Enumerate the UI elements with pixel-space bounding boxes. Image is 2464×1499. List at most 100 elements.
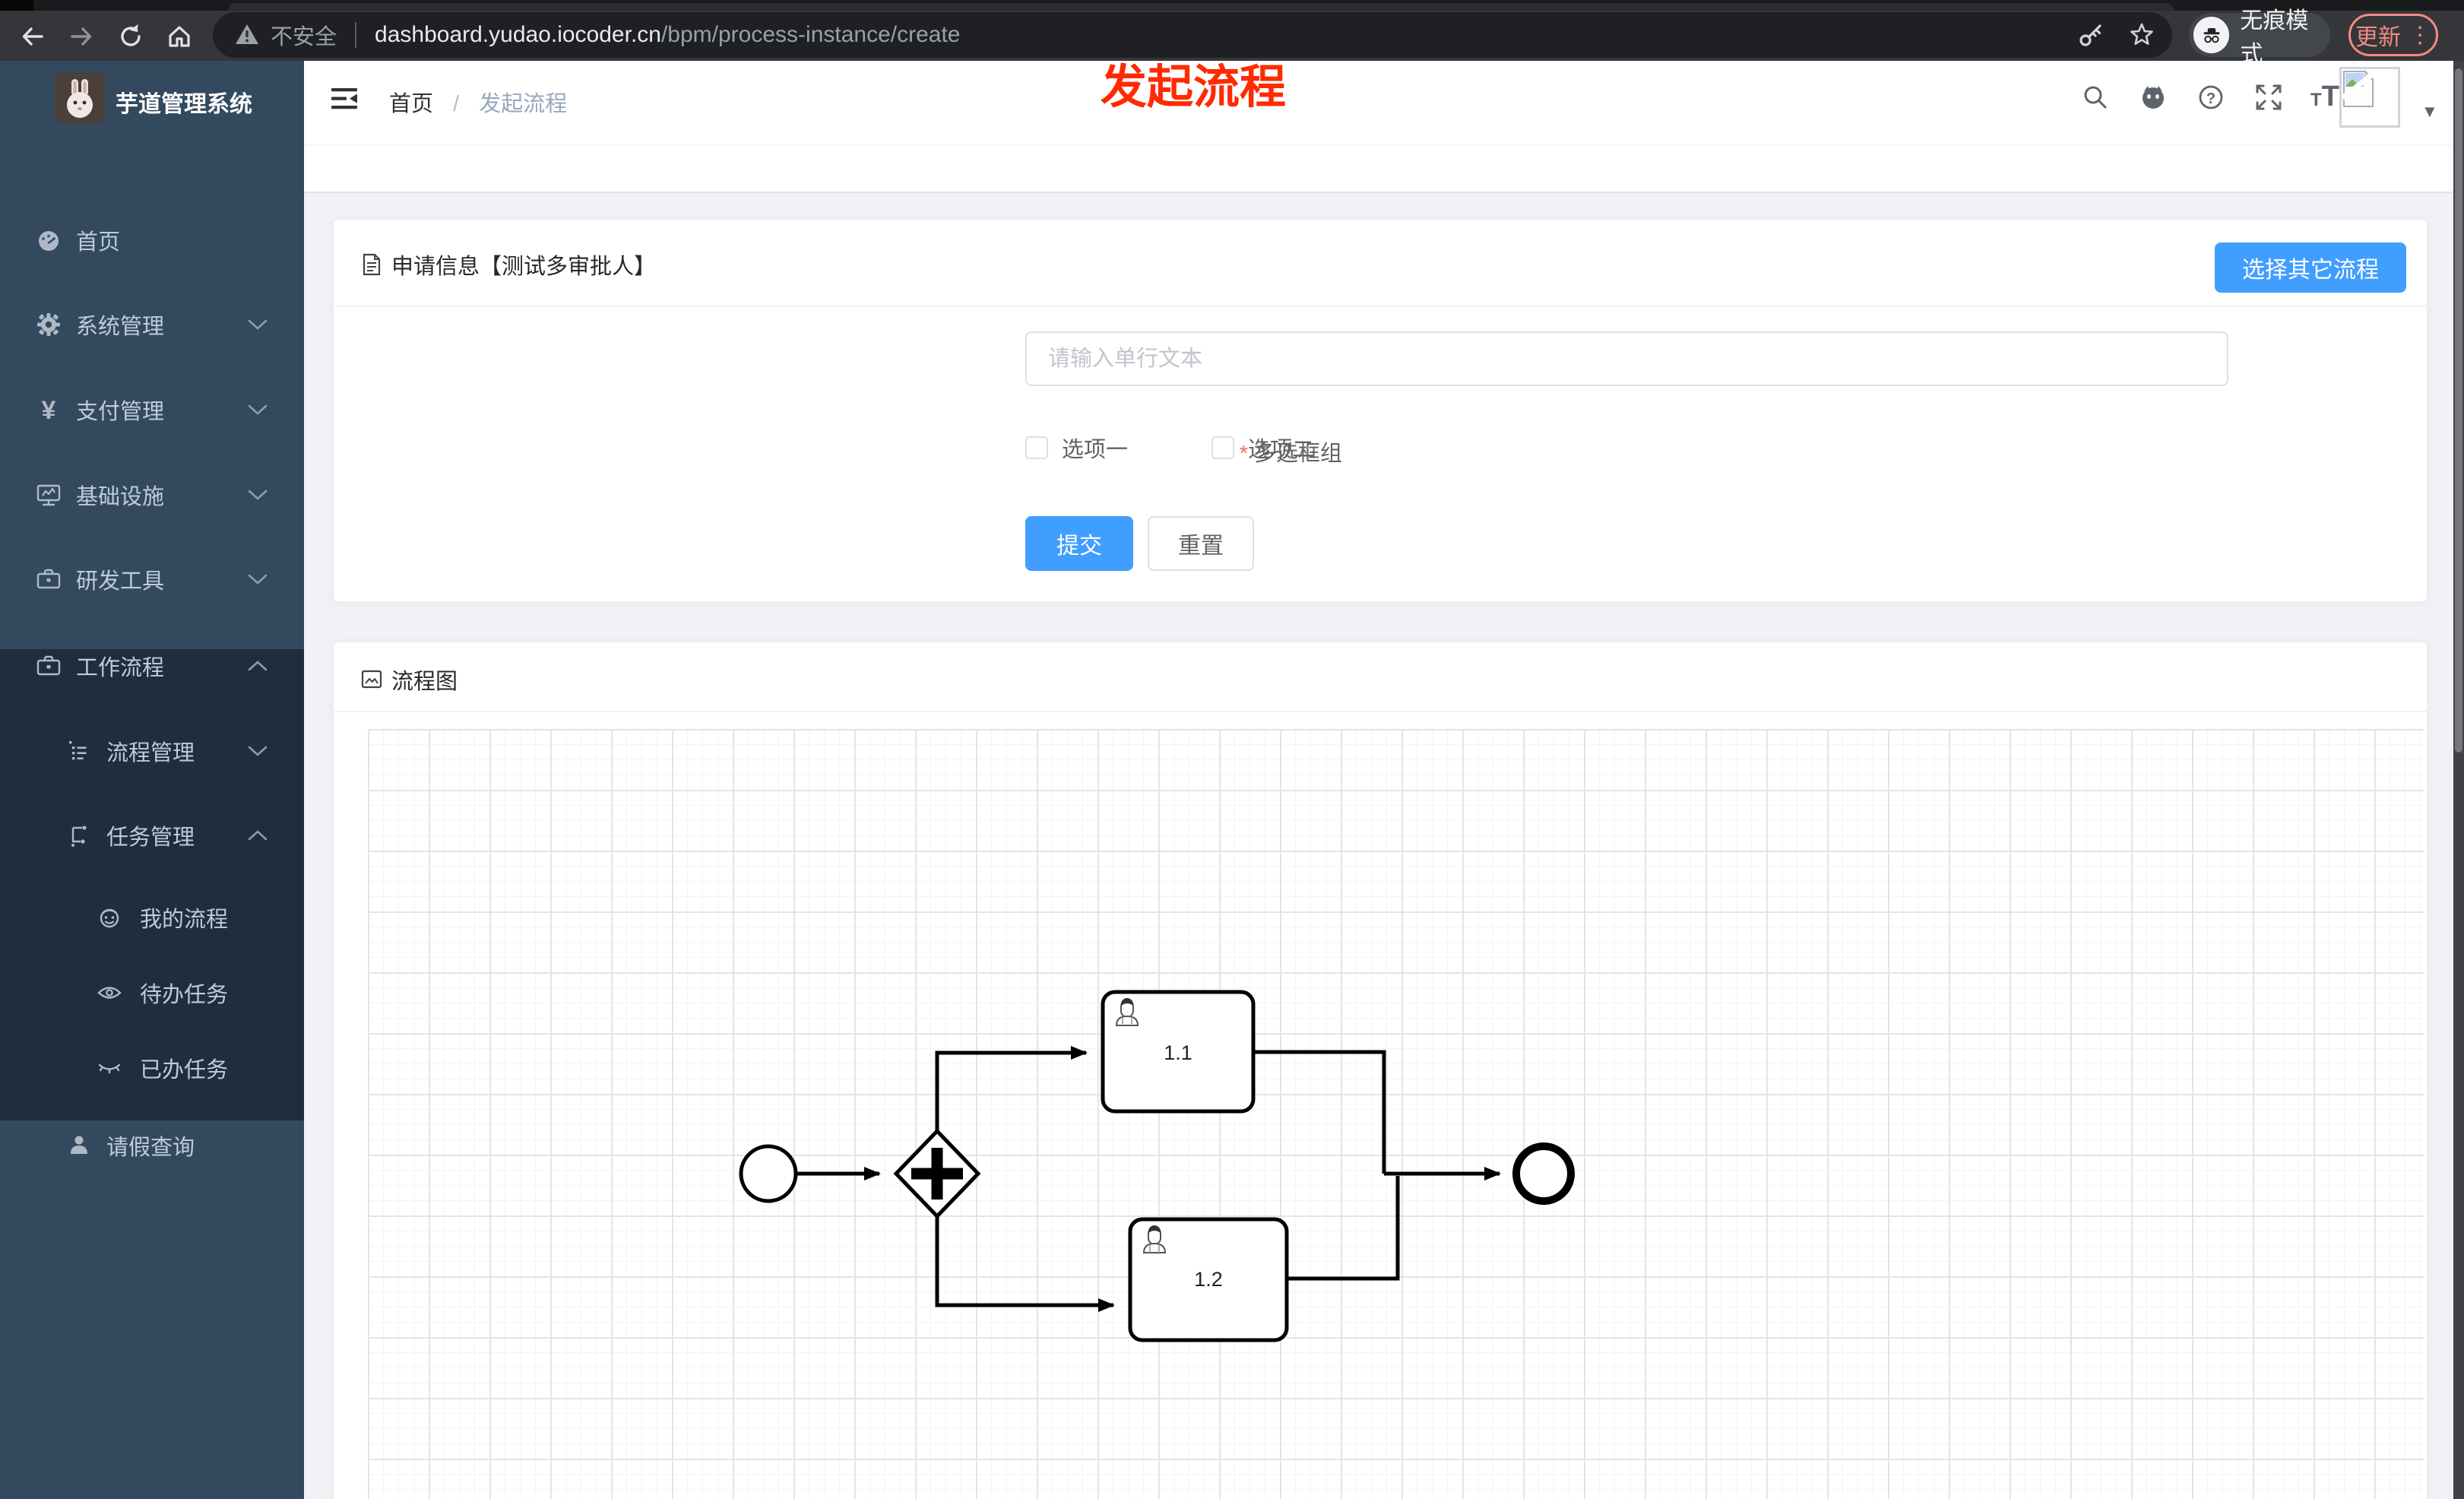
flow-gateway-task2 <box>935 1215 1115 1312</box>
sidebar-item-label: 流程管理 <box>106 741 195 765</box>
checkbox-option-1-label[interactable]: 选项一 <box>1062 432 1128 464</box>
page-scrollbar[interactable] <box>2453 61 2464 1499</box>
bpmn-user-task-2[interactable]: 1.2 <box>1128 1217 1289 1342</box>
omnibox-divider <box>355 22 357 48</box>
list-tree-icon <box>69 741 87 760</box>
help-icon[interactable]: ? <box>2195 81 2227 113</box>
security-label[interactable]: 不安全 <box>271 19 337 51</box>
robot-face-icon <box>100 908 119 928</box>
window-edge <box>0 0 33 11</box>
breadcrumb-home[interactable]: 首页 <box>389 92 433 116</box>
bpmn-start-event[interactable] <box>739 1144 798 1203</box>
broken-image-icon <box>2342 70 2375 107</box>
search-icon[interactable] <box>2079 81 2111 113</box>
breadcrumb-separator: / <box>453 92 460 116</box>
checkbox-option-2[interactable] <box>1211 436 1235 459</box>
browser-active-tab[interactable] <box>228 3 2174 11</box>
card-header: 流程图 <box>334 642 2427 712</box>
single-line-text-input[interactable] <box>1025 331 2228 386</box>
sidebar-item-my-process[interactable]: 我的流程 <box>0 875 304 960</box>
eye-closed-icon <box>98 1063 121 1074</box>
sidebar-item-devtools[interactable]: 研发工具 <box>0 537 304 622</box>
sidebar-item-label: 首页 <box>76 230 121 255</box>
bpmn-user-task-1[interactable]: 1.1 <box>1101 990 1256 1114</box>
chevron-down-icon <box>248 746 268 756</box>
submit-button[interactable]: 提交 <box>1025 516 1133 571</box>
briefcase-icon <box>36 569 61 589</box>
task-label: 1.2 <box>1194 1268 1223 1291</box>
branch-icon <box>71 826 87 847</box>
incognito-badge: 无痕模式 <box>2189 8 2330 67</box>
bpmn-parallel-gateway[interactable] <box>893 1128 981 1219</box>
app-title: 芋道管理系统 <box>116 92 252 117</box>
sidebar-item-label: 待办任务 <box>140 983 229 1007</box>
chevron-up-icon <box>248 830 268 841</box>
breadcrumb: 首页 / 发起流程 <box>389 86 567 118</box>
sidebar-item-leave-query[interactable]: 请假查询 <box>0 1103 304 1188</box>
card-header: 申请信息【测试多审批人】 选择其它流程 <box>334 220 2427 307</box>
update-label: 更新 <box>2355 25 2401 50</box>
chevron-down-icon <box>248 490 268 500</box>
sidebar-item-system[interactable]: 系统管理 <box>0 282 304 367</box>
sidebar-item-label: 工作流程 <box>76 656 165 680</box>
flow-task2-join <box>1287 1176 1400 1281</box>
image-icon <box>361 670 382 689</box>
app-logo-row[interactable]: 芋道管理系统 <box>0 71 304 147</box>
process-diagram-card: 流程图 1.1 1.2 <box>332 641 2428 1499</box>
forward-button[interactable] <box>67 21 97 52</box>
fullscreen-icon[interactable] <box>2253 81 2285 113</box>
password-key-icon[interactable] <box>2076 20 2107 50</box>
sidebar-item-label: 已办任务 <box>140 1058 229 1082</box>
app-logo <box>55 73 105 123</box>
reset-button[interactable]: 重置 <box>1148 516 1254 571</box>
select-other-process-button[interactable]: 选择其它流程 <box>2215 242 2406 293</box>
github-icon[interactable] <box>2137 81 2169 113</box>
document-icon <box>363 253 381 276</box>
chrome-menu-kebab-icon[interactable]: ⋮ <box>2409 22 2431 49</box>
sidebar-item-done-tasks[interactable]: 已办任务 <box>0 1025 304 1111</box>
sidebar-item-workflow[interactable]: 工作流程 <box>0 623 304 708</box>
url-path: /bpm/process-instance/create <box>660 22 961 47</box>
sidebar-item-process-mgmt[interactable]: 流程管理 <box>0 708 304 794</box>
gear-icon <box>37 313 60 336</box>
bpmn-diagram: 1.1 1.2 <box>739 990 1575 1342</box>
font-size-icon[interactable]: TT <box>2310 81 2339 113</box>
user-icon <box>71 1136 87 1154</box>
application-form-card: 申请信息【测试多审批人】 选择其它流程 *单行文本 *多选框组 选项一 选项二 … <box>332 218 2428 603</box>
sidebar-item-task-mgmt[interactable]: 任务管理 <box>0 793 304 878</box>
avatar[interactable] <box>2339 67 2400 128</box>
url-host: dashboard.yudao.iocoder.cn <box>375 22 661 47</box>
sidebar-item-payment[interactable]: ¥ 支付管理 <box>0 367 304 452</box>
home-icon <box>169 26 190 47</box>
reload-button[interactable] <box>116 21 146 52</box>
sidebar-item-infrastructure[interactable]: 基础设施 <box>0 452 304 537</box>
bpmn-canvas[interactable]: 1.1 1.2 <box>368 729 2424 1499</box>
checkbox-option-1[interactable] <box>1025 436 1048 459</box>
checkbox-option-2-label[interactable]: 选项二 <box>1248 432 1314 464</box>
card-title: 申请信息【测试多审批人】 <box>391 255 657 279</box>
incognito-icon <box>2193 17 2230 53</box>
chevron-down-icon <box>248 404 268 415</box>
svg-text:¥: ¥ <box>42 396 56 423</box>
home-button[interactable] <box>164 21 195 52</box>
sidebar-item-label: 基础设施 <box>76 485 165 509</box>
sidebar-item-label: 系统管理 <box>76 315 165 339</box>
forward-icon <box>71 27 92 46</box>
dashboard-icon <box>39 231 59 251</box>
sidebar-item-label: 请假查询 <box>106 1136 195 1160</box>
bpmn-end-event[interactable] <box>1512 1142 1575 1205</box>
back-button[interactable] <box>17 21 47 52</box>
sidebar-collapse-icon[interactable] <box>328 82 362 116</box>
avatar-caret-icon[interactable]: ▼ <box>2421 102 2438 122</box>
incognito-label: 无痕模式 <box>2240 8 2309 67</box>
toolbox-icon <box>36 655 61 676</box>
chevron-up-icon <box>248 661 268 671</box>
breadcrumb-current: 发起流程 <box>479 92 568 116</box>
sidebar-item-home[interactable]: 首页 <box>0 198 304 283</box>
scrollbar-thumb[interactable] <box>2455 68 2462 753</box>
chrome-update-button[interactable]: 更新 ⋮ <box>2348 14 2438 56</box>
bookmark-star-icon[interactable] <box>2127 20 2157 50</box>
sidebar-item-todo-tasks[interactable]: 待办任务 <box>0 950 304 1035</box>
svg-text:?: ? <box>2206 90 2215 107</box>
eye-open-icon <box>97 987 122 999</box>
